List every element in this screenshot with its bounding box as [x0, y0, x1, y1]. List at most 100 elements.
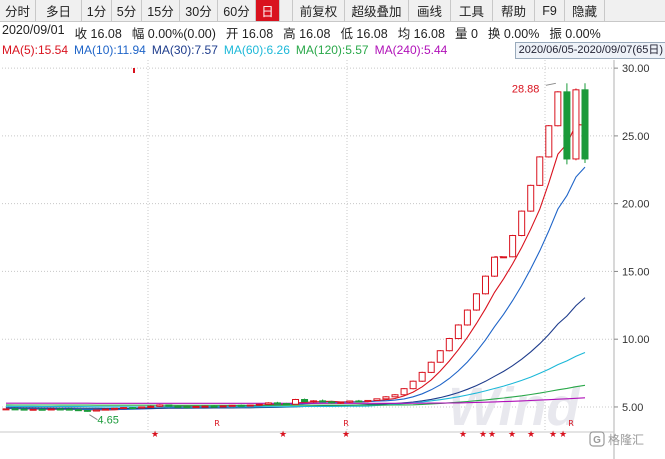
candle-body: [210, 405, 218, 408]
candle-body: [518, 210, 526, 237]
candle-body: [527, 184, 535, 212]
candle-body: [111, 407, 119, 410]
high-label-leader: [545, 82, 556, 86]
candle-body: [138, 406, 146, 409]
toolbar-item-15[interactable]: 隐藏: [565, 0, 605, 21]
low-price-label: 4.65: [97, 415, 118, 427]
candle-body: [156, 404, 164, 407]
quote-avg: 均 16.08: [397, 27, 445, 41]
ma-line-5: [5, 124, 586, 411]
candle-body: [545, 125, 553, 158]
quote-amplitude: 振 0.00%: [549, 27, 601, 41]
candle-body: [400, 388, 408, 396]
y-tick-label-2: 20.00: [622, 199, 650, 211]
candle-body: [301, 399, 309, 403]
toolbar-item-5[interactable]: 30分: [180, 0, 218, 21]
candle-body: [364, 399, 372, 403]
y-tick-label-3: 15.00: [622, 266, 650, 278]
candle-body: [120, 407, 128, 410]
event-marker-1: R: [214, 419, 220, 428]
toolbar-item-8[interactable]: [280, 0, 293, 21]
candle-body: [255, 403, 263, 406]
ma-label-3: MA(60):6.26: [223, 43, 290, 57]
toolbar-item-4[interactable]: 15分: [142, 0, 180, 21]
toolbar-item-0[interactable]: 分时: [0, 0, 36, 21]
candle-body: [418, 371, 426, 382]
quote-row: 2020/09/01 收 16.08 幅 0.00%(0.00) 开 16.08…: [0, 23, 665, 41]
candle-body: [319, 400, 327, 403]
ma-label-5: MA(240):5.44: [374, 43, 448, 57]
candle-body: [273, 402, 281, 405]
y-tick-label-4: 10.00: [622, 334, 650, 346]
candle-body: [346, 400, 354, 403]
candle-body: [436, 350, 444, 363]
quote-high: 高 16.08: [283, 27, 331, 41]
toolbar-item-9[interactable]: 前复权: [293, 0, 345, 21]
ma-label-4: MA(120):5.57: [295, 43, 369, 57]
candle-body: [92, 409, 100, 412]
candle-body: [183, 406, 191, 409]
candle-body: [563, 91, 571, 160]
event-marker-8: ★: [508, 430, 516, 440]
candle-body: [83, 409, 91, 412]
brand-logo-text: 格隆汇: [608, 432, 644, 447]
candle-body: [481, 275, 489, 295]
toolbar-item-7[interactable]: 日: [256, 0, 280, 21]
candle-body: [355, 400, 363, 403]
event-marker-6: ★: [479, 430, 487, 440]
quote-change: 幅 0.00%(0.00): [131, 27, 216, 41]
candle-body: [74, 409, 82, 412]
candle-body: [11, 408, 19, 411]
high-price-label: 28.88: [512, 83, 540, 95]
toolbar-item-11[interactable]: 画线: [409, 0, 451, 21]
date-range-box[interactable]: 2020/06/05-2020/09/07(65日): [514, 42, 665, 59]
candle-body: [382, 396, 390, 400]
toolbar-item-13[interactable]: 帮助: [493, 0, 535, 21]
candle-body: [409, 380, 417, 390]
candle-body: [572, 89, 580, 160]
toolbar-item-6[interactable]: 60分: [218, 0, 256, 21]
event-marker-7: ★: [488, 430, 496, 440]
toolbar-item-3[interactable]: 5分: [112, 0, 142, 21]
candle-body: [147, 405, 155, 408]
candle-body: [65, 408, 73, 411]
kline-chart-svg[interactable]: 30.00 25.00 20.00 15.00 10.00 5.00 Wind 28.88 4.…: [0, 60, 665, 459]
toolbar-item-12[interactable]: 工具: [451, 0, 493, 21]
toolbar-item-10[interactable]: 超级叠加: [345, 0, 409, 21]
candle-body: [219, 405, 227, 408]
candle-body: [129, 407, 137, 410]
quote-turnover: 换 0.00%: [487, 27, 540, 41]
toolbar-item-14[interactable]: F9: [535, 0, 565, 21]
quote-volume: 量 0: [454, 27, 478, 41]
toolbar-item-1[interactable]: 多日: [36, 0, 82, 21]
candle-body: [29, 408, 37, 411]
candle-body: [192, 405, 200, 408]
candle-body: [282, 403, 290, 406]
candle-body: [292, 399, 299, 405]
candle-body: [201, 405, 209, 408]
candle-body: [427, 361, 435, 373]
candle-body: [310, 400, 318, 403]
corner-marker: [133, 68, 135, 73]
candle-body: [463, 309, 471, 326]
candle-body: [373, 398, 381, 401]
toolbar: 分时 多日 1分 5分 15分 30分 60分日前复权 超级叠加 画线 工具 帮助 F9 隐藏: [0, 0, 665, 22]
event-marker-0: ★: [151, 430, 159, 440]
brand-logo-glyph: G: [593, 435, 601, 446]
candle-body: [228, 404, 236, 407]
y-tick-label-5: 5.00: [622, 402, 643, 414]
event-marker-10: ★: [549, 430, 557, 440]
candle-body: [246, 404, 254, 407]
event-marker-2: ★: [279, 430, 287, 440]
candle-body: [20, 408, 28, 411]
candle-body: [2, 408, 10, 411]
kline-chart[interactable]: 30.00 25.00 20.00 15.00 10.00 5.00 Wind 28.88 4.…: [0, 60, 665, 459]
candle-body: [237, 404, 245, 407]
candle-body: [165, 404, 173, 407]
ma-label-2: MA(30):7.57: [151, 43, 218, 57]
ma-label-1: MA(10):11.94: [74, 43, 146, 57]
candle-body: [102, 408, 110, 411]
toolbar-item-2[interactable]: 1分: [82, 0, 112, 21]
candle-body: [337, 401, 345, 404]
candle-body: [38, 408, 46, 411]
